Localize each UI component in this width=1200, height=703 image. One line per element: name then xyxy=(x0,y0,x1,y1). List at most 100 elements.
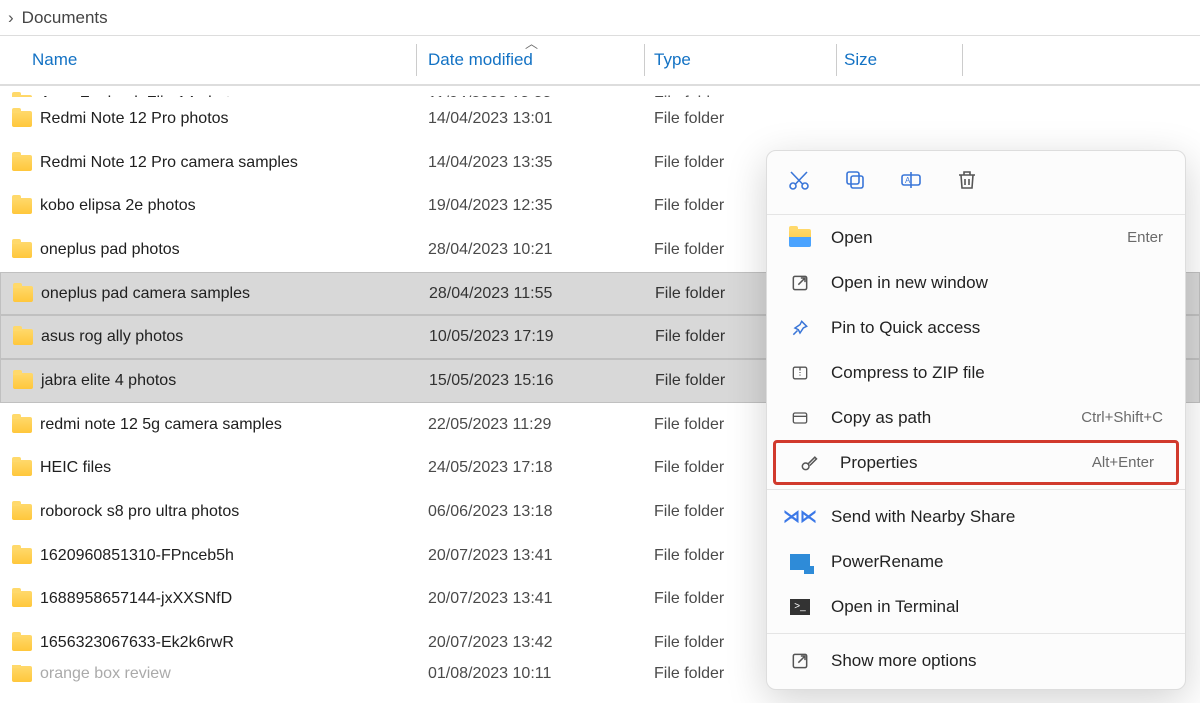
context-menu: A Open Enter Open in new window Pin to Quic… xyxy=(766,150,1186,690)
file-date: 14/04/2023 13:01 xyxy=(428,110,553,128)
file-date: 19/04/2023 12:35 xyxy=(428,197,553,215)
folder-icon xyxy=(12,548,32,564)
file-name: redmi note 12 5g camera samples xyxy=(40,416,282,434)
file-name: roborock s8 pro ultra photos xyxy=(40,503,239,521)
file-type: File folder xyxy=(655,285,725,303)
file-name: 1620960851310-FPnceb5h xyxy=(40,547,234,565)
folder-icon xyxy=(12,111,32,127)
column-divider[interactable] xyxy=(416,44,417,76)
file-type: File folder xyxy=(654,110,724,128)
folder-icon xyxy=(12,666,32,682)
folder-icon xyxy=(12,504,32,520)
cut-icon[interactable] xyxy=(787,168,811,197)
new-window-icon xyxy=(789,272,811,294)
folder-icon xyxy=(13,329,33,345)
file-type: File folder xyxy=(654,416,724,434)
chevron-right-icon: › xyxy=(8,8,14,28)
file-date: 28/04/2023 11:55 xyxy=(429,285,552,303)
terminal-icon: >_ xyxy=(789,596,811,618)
column-header-size[interactable]: Size xyxy=(844,50,877,70)
menu-item-properties[interactable]: Properties Alt+Enter xyxy=(773,440,1179,485)
file-type: File folder xyxy=(654,665,724,683)
file-date: 15/05/2023 15:16 xyxy=(429,372,554,390)
menu-item-accelerator: Enter xyxy=(1127,229,1163,246)
file-name: jabra elite 4 photos xyxy=(41,372,176,390)
powerrename-icon xyxy=(789,551,811,573)
delete-icon[interactable] xyxy=(955,168,979,197)
menu-item-label: Open in Terminal xyxy=(831,597,1163,617)
file-type: File folder xyxy=(654,590,724,608)
file-type: File folder xyxy=(654,547,724,565)
menu-item-label: Show more options xyxy=(831,651,1163,671)
file-type: File folder xyxy=(655,328,725,346)
file-name: Redmi Note 12 Pro camera samples xyxy=(40,154,298,172)
table-row[interactable]: Asus Zenbook Flip 14 photos11/04/2023 13… xyxy=(0,86,1200,97)
file-type: File folder xyxy=(654,634,724,652)
file-type: File folder xyxy=(654,197,724,215)
column-headers: ︿ Name Date modified Type Size xyxy=(0,36,1200,86)
file-name: HEIC files xyxy=(40,459,111,477)
menu-item-label: Properties xyxy=(840,453,1072,473)
menu-divider xyxy=(767,633,1185,634)
folder-icon xyxy=(13,286,33,302)
column-header-name[interactable]: Name xyxy=(32,50,77,70)
file-name: kobo elipsa 2e photos xyxy=(40,197,196,215)
column-divider[interactable] xyxy=(962,44,963,76)
file-type: File folder xyxy=(654,503,724,521)
menu-item-label: Pin to Quick access xyxy=(831,318,1163,338)
rename-icon[interactable]: A xyxy=(899,168,923,197)
folder-icon xyxy=(12,591,32,607)
menu-divider xyxy=(767,489,1185,490)
breadcrumb[interactable]: › Documents xyxy=(0,0,1200,36)
menu-item-pin[interactable]: Pin to Quick access xyxy=(767,305,1185,350)
column-divider[interactable] xyxy=(836,44,837,76)
file-name: 1688958657144-jxXXSNfD xyxy=(40,590,232,608)
folder-icon xyxy=(12,460,32,476)
menu-item-copy-path[interactable]: Copy as path Ctrl+Shift+C xyxy=(767,395,1185,440)
menu-item-nearby[interactable]: ⋊⋉Send with Nearby Share xyxy=(767,494,1185,539)
file-date: 22/05/2023 11:29 xyxy=(428,416,551,434)
folder-icon xyxy=(12,242,32,258)
menu-item-label: Send with Nearby Share xyxy=(831,507,1163,527)
zip-icon xyxy=(789,362,811,384)
table-row[interactable]: Redmi Note 12 Pro photos 14/04/2023 13:01… xyxy=(0,97,1200,141)
column-header-type[interactable]: Type xyxy=(654,50,691,70)
menu-item-new-window[interactable]: Open in new window xyxy=(767,260,1185,305)
file-date: 20/07/2023 13:41 xyxy=(428,547,553,565)
column-divider[interactable] xyxy=(644,44,645,76)
copy-path-icon xyxy=(789,407,811,429)
folder-icon xyxy=(12,635,32,651)
file-name: Redmi Note 12 Pro photos xyxy=(40,110,229,128)
menu-item-label: Open xyxy=(831,228,1107,248)
file-type: File folder xyxy=(654,154,724,172)
menu-item-powerrename[interactable]: PowerRename xyxy=(767,539,1185,584)
menu-item-label: PowerRename xyxy=(831,552,1163,572)
menu-item-label: Copy as path xyxy=(831,408,1061,428)
folder-open-icon xyxy=(789,227,811,249)
breadcrumb-location: Documents xyxy=(22,8,108,28)
menu-item-label: Open in new window xyxy=(831,273,1163,293)
file-type: File folder xyxy=(655,372,725,390)
file-date: 10/05/2023 17:19 xyxy=(429,328,554,346)
file-date: 20/07/2023 13:41 xyxy=(428,590,553,608)
file-date: 20/07/2023 13:42 xyxy=(428,634,553,652)
copy-icon[interactable] xyxy=(843,168,867,197)
folder-icon xyxy=(12,198,32,214)
menu-item-accelerator: Alt+Enter xyxy=(1092,454,1154,471)
menu-item-zip[interactable]: Compress to ZIP file xyxy=(767,350,1185,395)
file-name: asus rog ally photos xyxy=(41,328,183,346)
file-type: File folder xyxy=(654,459,724,477)
menu-item-terminal[interactable]: >_ Open in Terminal xyxy=(767,584,1185,629)
file-type: File folder xyxy=(654,241,724,259)
file-name: oneplus pad camera samples xyxy=(41,285,250,303)
column-header-date[interactable]: Date modified xyxy=(428,50,533,70)
file-name: oneplus pad photos xyxy=(40,241,180,259)
menu-item-folder-open[interactable]: Open Enter xyxy=(767,215,1185,260)
menu-item-more[interactable]: Show more options xyxy=(767,638,1185,683)
svg-text:A: A xyxy=(905,176,911,185)
folder-icon xyxy=(12,155,32,171)
file-date: 24/05/2023 17:18 xyxy=(428,459,553,477)
menu-item-accelerator: Ctrl+Shift+C xyxy=(1081,409,1163,426)
properties-icon xyxy=(798,452,820,474)
folder-icon xyxy=(12,417,32,433)
